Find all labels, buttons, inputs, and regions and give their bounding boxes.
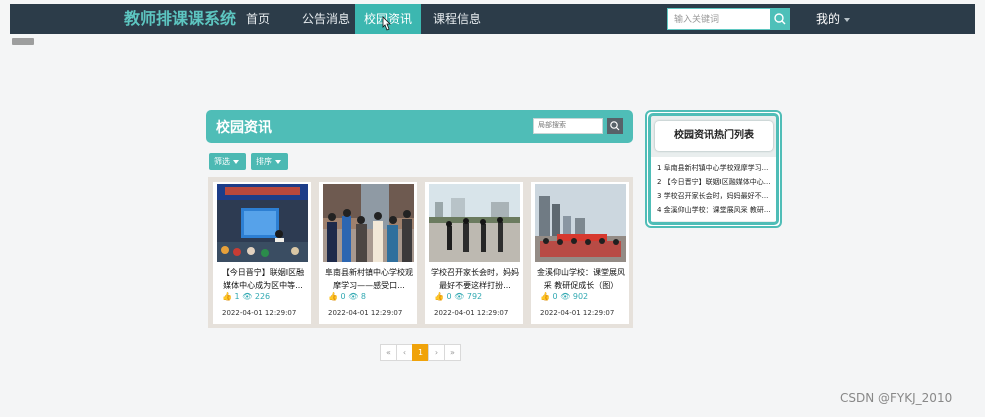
sort-label: 排序	[256, 157, 272, 166]
news-date: 2022-04-01 12:29:07	[222, 309, 297, 317]
news-card[interactable]: 阜南县新村镇中心学校观摩学习——感受口... 👍 0 👁 8 2022-04-0…	[319, 182, 417, 324]
page-current-button[interactable]: 1	[412, 344, 429, 361]
hot-news-item[interactable]: 1 阜南县新村镇中心学校观摩学习...	[657, 163, 775, 173]
topbar: 教师排课课系统 首页 公告消息 校园资讯 课程信息 输入关键词 我的	[0, 0, 985, 40]
brand-title: 教师排课课系统	[124, 9, 237, 28]
search-placeholder: 输入关键词	[674, 15, 720, 25]
view-count: 226	[254, 292, 271, 301]
user-label: 我的	[816, 12, 841, 26]
like-count: 0	[552, 292, 558, 301]
local-search-button[interactable]	[607, 118, 623, 134]
local-search-input[interactable]: 局部搜索	[533, 118, 603, 134]
search-icon	[610, 121, 620, 131]
chevron-down-icon	[233, 159, 239, 164]
breadcrumb	[12, 38, 34, 45]
page-prev-button[interactable]: ‹	[396, 344, 413, 361]
filter-label: 筛选	[214, 157, 230, 166]
like-count: 0	[446, 292, 452, 301]
nav-item-courses[interactable]: 课程信息	[425, 4, 489, 34]
news-image	[323, 184, 414, 262]
view-count: 902	[572, 292, 589, 301]
hot-news-item[interactable]: 4 金溪仰山学校：课堂展风采 教研...	[657, 205, 775, 215]
page-next-button[interactable]: ›	[428, 344, 445, 361]
view-count: 792	[466, 292, 483, 301]
hot-news-panel: 校园资讯热门列表 1 阜南县新村镇中心学校观摩学习... 2 【今日晋宁】联姻I…	[645, 110, 782, 228]
page-last-button[interactable]: »	[444, 344, 461, 361]
news-date: 2022-04-01 12:29:07	[540, 309, 615, 317]
news-card[interactable]: 【今日晋宁】联姻I区融媒体中心成为区中等... 👍 1 👁 226 2022-0…	[213, 182, 311, 324]
news-stats: 👍 0 👁 8	[328, 292, 366, 301]
news-stats: 👍 0 👁 902	[540, 292, 589, 301]
hot-news-item[interactable]: 2 【今日晋宁】联姻I区融媒体中心...	[657, 177, 775, 187]
news-title: 【今日晋宁】联姻I区融媒体中心成为区中等...	[221, 268, 305, 290]
news-title: 学校召开家长会时，妈妈最好不要这样打扮...	[431, 268, 519, 290]
news-title: 金溪仰山学校：课堂展风采 教研促成长（图）	[537, 268, 625, 290]
mouse-cursor-icon	[382, 16, 391, 31]
nav-item-home[interactable]: 首页	[236, 4, 280, 34]
hot-news-list: 1 阜南县新村镇中心学校观摩学习... 2 【今日晋宁】联姻I区融媒体中心...…	[651, 157, 776, 221]
like-count: 1	[234, 292, 240, 301]
search-icon	[774, 13, 786, 25]
chevron-down-icon	[844, 17, 851, 22]
like-count: 0	[340, 292, 346, 301]
section-title: 校园资讯	[216, 120, 272, 136]
section-header: 校园资讯 局部搜索	[206, 110, 633, 143]
news-image	[429, 184, 520, 262]
page-first-button[interactable]: «	[380, 344, 397, 361]
nav-item-announcements[interactable]: 公告消息	[294, 4, 358, 34]
hot-news-item[interactable]: 3 学校召开家长会时，妈妈最好不...	[657, 191, 775, 201]
news-stats: 👍 0 👁 792	[434, 292, 483, 301]
hot-news-inner: 校园资讯热门列表 1 阜南县新村镇中心学校观摩学习... 2 【今日晋宁】联姻I…	[648, 113, 779, 225]
news-card[interactable]: 金溪仰山学校：课堂展风采 教研促成长（图） 👍 0 👁 902 2022-04-…	[531, 182, 629, 324]
hot-news-title: 校园资讯热门列表	[655, 121, 773, 151]
news-title: 阜南县新村镇中心学校观摩学习——感受口...	[325, 268, 413, 290]
news-date: 2022-04-01 12:29:07	[328, 309, 403, 317]
news-image	[217, 184, 308, 262]
news-image	[535, 184, 626, 262]
navbar: 教师排课课系统 首页 公告消息 校园资讯 课程信息 输入关键词 我的	[10, 4, 975, 34]
news-date: 2022-04-01 12:29:07	[434, 309, 509, 317]
chevron-down-icon	[275, 159, 281, 164]
filter-button[interactable]: 筛选	[209, 153, 246, 170]
news-card[interactable]: 学校召开家长会时，妈妈最好不要这样打扮... 👍 0 👁 792 2022-04…	[425, 182, 523, 324]
news-stats: 👍 1 👁 226	[222, 292, 271, 301]
watermark: CSDN @FYKJ_2010	[840, 391, 953, 405]
sort-button[interactable]: 排序	[251, 153, 288, 170]
view-count: 8	[360, 292, 366, 301]
search-button[interactable]	[770, 8, 790, 30]
user-menu[interactable]: 我的	[816, 4, 851, 34]
